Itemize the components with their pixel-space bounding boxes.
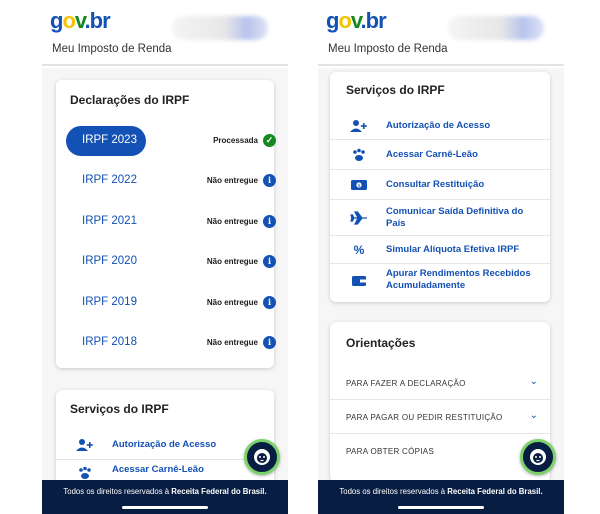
declaration-year: IRPF 2018 xyxy=(82,336,137,348)
declaration-year: IRPF 2020 xyxy=(82,255,137,267)
service-restituicao[interactable]: $ Consultar Restituição xyxy=(330,170,550,200)
declaration-row-2019[interactable]: IRPF 2019 Não entregue i xyxy=(66,288,280,318)
declaration-status: Não entregue xyxy=(206,338,258,347)
info-icon[interactable]: i xyxy=(263,336,276,349)
app-header: gov.br Meu Imposto de Renda xyxy=(318,0,564,66)
declaration-status: Não entregue xyxy=(206,176,258,185)
declaration-year: IRPF 2021 xyxy=(82,215,137,227)
declaration-row-2020[interactable]: IRPF 2020 Não entregue i xyxy=(66,247,280,277)
govbr-logo[interactable]: gov.br xyxy=(326,8,387,34)
service-label: Autorização de Acesso xyxy=(386,120,491,131)
service-carne-leao[interactable]: Acessar Carnê-Leão xyxy=(330,140,550,170)
service-rendimentos-acumulados[interactable]: Apurar Rendimentos Recebidos Acumuladame… xyxy=(330,264,550,298)
declaration-row-2022[interactable]: IRPF 2022 Não entregue i xyxy=(66,166,280,196)
service-label: Simular Alíquota Efetiva IRPF xyxy=(386,244,520,255)
govbr-logo[interactable]: gov.br xyxy=(50,8,111,34)
service-authorization[interactable]: Autorização de Acesso xyxy=(330,110,550,140)
declaration-status: Não entregue xyxy=(206,217,258,226)
service-saida-definitiva[interactable]: Comunicar Saída Definitiva do País xyxy=(330,200,550,236)
declaration-row-2021[interactable]: IRPF 2021 Não entregue i xyxy=(66,207,280,237)
svg-text:$: $ xyxy=(358,183,361,189)
declaration-year: IRPF 2019 xyxy=(82,296,137,308)
orientation-label: PARA PAGAR OU PEDIR RESTITUIÇÃO xyxy=(346,413,503,422)
service-label: Apurar Rendimentos Recebidos Acumuladame… xyxy=(386,268,531,291)
chevron-down-icon: ⌄ xyxy=(529,376,538,387)
money-icon: $ xyxy=(350,178,368,192)
page-title: Meu Imposto de Renda xyxy=(328,43,448,55)
service-label: Comunicar Saída Definitiva do País xyxy=(386,206,524,229)
screen-declarations: gov.br Meu Imposto de Renda Declarações … xyxy=(42,0,288,514)
info-icon[interactable]: i xyxy=(263,174,276,187)
service-label: Autorização de Acesso xyxy=(112,439,217,450)
declaration-year: IRPF 2023 xyxy=(82,134,137,146)
service-authorization[interactable]: Autorização de Acesso xyxy=(56,430,274,460)
service-label: Consultar Restituição xyxy=(386,179,485,190)
declaration-row-2018[interactable]: IRPF 2018 Não entregue i xyxy=(66,328,280,358)
check-icon: ✓ xyxy=(263,134,276,147)
service-label: Acessar Carnê-Leão xyxy=(112,464,204,475)
user-plus-icon xyxy=(76,438,94,452)
airplane-icon xyxy=(350,211,368,225)
user-plus-icon xyxy=(350,119,368,133)
info-icon[interactable]: i xyxy=(263,296,276,309)
paw-icon xyxy=(76,466,94,480)
info-icon[interactable]: i xyxy=(263,215,276,228)
assistant-button[interactable] xyxy=(520,439,556,475)
user-avatar[interactable] xyxy=(172,16,268,40)
app-header: gov.br Meu Imposto de Renda xyxy=(42,0,288,66)
screen-services: gov.br Meu Imposto de Renda Serviços do … xyxy=(318,0,564,514)
orientations-card: Orientações PARA FAZER A DECLARAÇÃO ⌄ PA… xyxy=(330,322,550,482)
orientation-copias[interactable]: PARA OBTER CÓPIAS xyxy=(330,435,550,468)
declaration-year: IRPF 2022 xyxy=(82,174,137,186)
paw-icon xyxy=(350,148,368,162)
orientation-restituicao[interactable]: PARA PAGAR OU PEDIR RESTITUIÇÃO ⌄ xyxy=(330,401,550,434)
orientation-label: PARA FAZER A DECLARAÇÃO xyxy=(346,379,466,388)
service-label: Acessar Carnê-Leão xyxy=(386,149,478,160)
wallet-icon xyxy=(350,274,368,288)
service-simular-aliquota[interactable]: % Simular Alíquota Efetiva IRPF xyxy=(330,236,550,264)
chevron-down-icon: ⌄ xyxy=(529,410,538,421)
footer: Todos os direitos reservados à Receita F… xyxy=(318,480,564,514)
declaration-row-2023[interactable]: IRPF 2023 Processada ✓ xyxy=(66,126,280,156)
declaration-status: Processada xyxy=(213,136,258,145)
page-title: Meu Imposto de Renda xyxy=(52,43,172,55)
home-indicator[interactable] xyxy=(398,506,484,509)
declarations-title: Declarações do IRPF xyxy=(70,93,190,107)
services-card-full: Serviços do IRPF Autorização de Acesso A… xyxy=(330,72,550,302)
footer-text: Todos os direitos reservados à Receita F… xyxy=(63,487,267,496)
declaration-status: Não entregue xyxy=(206,298,258,307)
lion-icon xyxy=(254,449,270,465)
percent-icon: % xyxy=(353,243,365,257)
home-indicator[interactable] xyxy=(122,506,208,509)
orientation-declaracao[interactable]: PARA FAZER A DECLARAÇÃO ⌄ xyxy=(330,367,550,400)
info-icon[interactable]: i xyxy=(263,255,276,268)
footer-text: Todos os direitos reservados à Receita F… xyxy=(339,487,543,496)
footer: Todos os direitos reservados à Receita F… xyxy=(42,480,288,514)
orientations-title: Orientações xyxy=(346,336,416,350)
user-avatar[interactable] xyxy=(448,16,544,40)
services-title: Serviços do IRPF xyxy=(70,402,169,416)
declarations-card: Declarações do IRPF IRPF 2023 Processada… xyxy=(56,80,276,368)
assistant-button[interactable] xyxy=(244,439,280,475)
lion-icon xyxy=(530,449,546,465)
services-title: Serviços do IRPF xyxy=(346,83,445,97)
orientation-label: PARA OBTER CÓPIAS xyxy=(346,447,435,456)
declaration-status: Não entregue xyxy=(206,257,258,266)
